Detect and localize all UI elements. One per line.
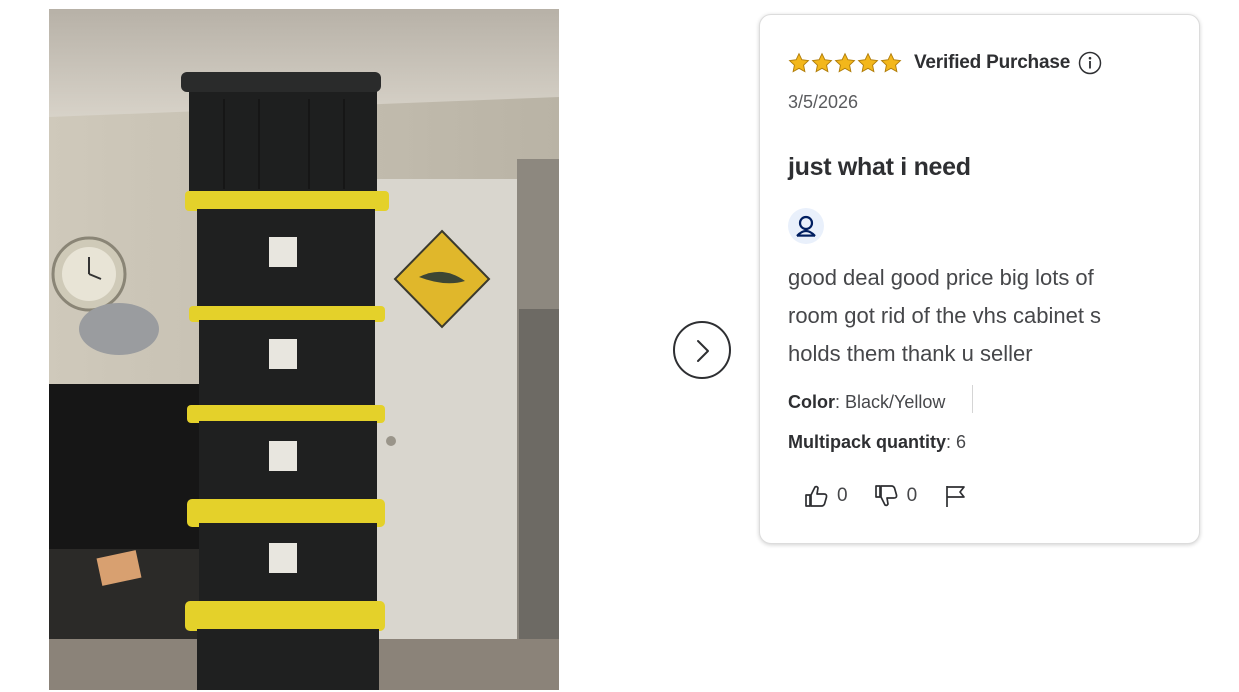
attribute-qty-value: 6 xyxy=(956,432,967,452)
review-body: good deal good price big lots of room go… xyxy=(788,265,1102,366)
review-photo[interactable] xyxy=(49,9,559,690)
user-icon xyxy=(796,215,816,237)
attribute-multipack-quantity: Multipack quantity: 6 xyxy=(788,432,967,452)
helpful-button[interactable]: 0 xyxy=(804,483,848,509)
attribute-color-label: Color xyxy=(788,392,835,412)
info-icon[interactable] xyxy=(1078,51,1102,75)
attribute-qty-label: Multipack quantity xyxy=(788,432,947,452)
not-helpful-button[interactable]: 0 xyxy=(874,483,918,509)
star-icon xyxy=(857,52,879,73)
helpful-count: 0 xyxy=(837,485,848,506)
star-icon xyxy=(811,52,833,73)
star-icon xyxy=(788,52,810,73)
attribute-divider xyxy=(972,385,973,413)
thumbs-down-icon xyxy=(874,485,897,507)
chevron-right-icon xyxy=(697,340,709,362)
verified-purchase-label: Verified Purchase xyxy=(914,52,1071,73)
report-button[interactable] xyxy=(943,483,969,509)
not-helpful-count: 0 xyxy=(906,485,918,506)
star-icon xyxy=(834,52,856,73)
attribute-color: Color: Black/Yellow xyxy=(788,392,946,412)
review-actions: 0 0 xyxy=(804,483,969,509)
star-icon xyxy=(880,52,902,73)
rating-row: Verified Purchase xyxy=(788,51,1102,75)
thumbs-up-icon xyxy=(805,485,828,507)
next-review-button[interactable] xyxy=(673,321,731,379)
review-date: 3/5/2026 xyxy=(788,92,859,112)
review-title: just what i need xyxy=(788,153,971,181)
avatar xyxy=(788,208,824,244)
attribute-color-value: Black/Yellow xyxy=(845,392,946,412)
star-rating xyxy=(788,52,902,74)
flag-icon xyxy=(946,486,966,507)
review-card: Verified Purchase 3/5/2026 just what i n… xyxy=(759,14,1200,544)
